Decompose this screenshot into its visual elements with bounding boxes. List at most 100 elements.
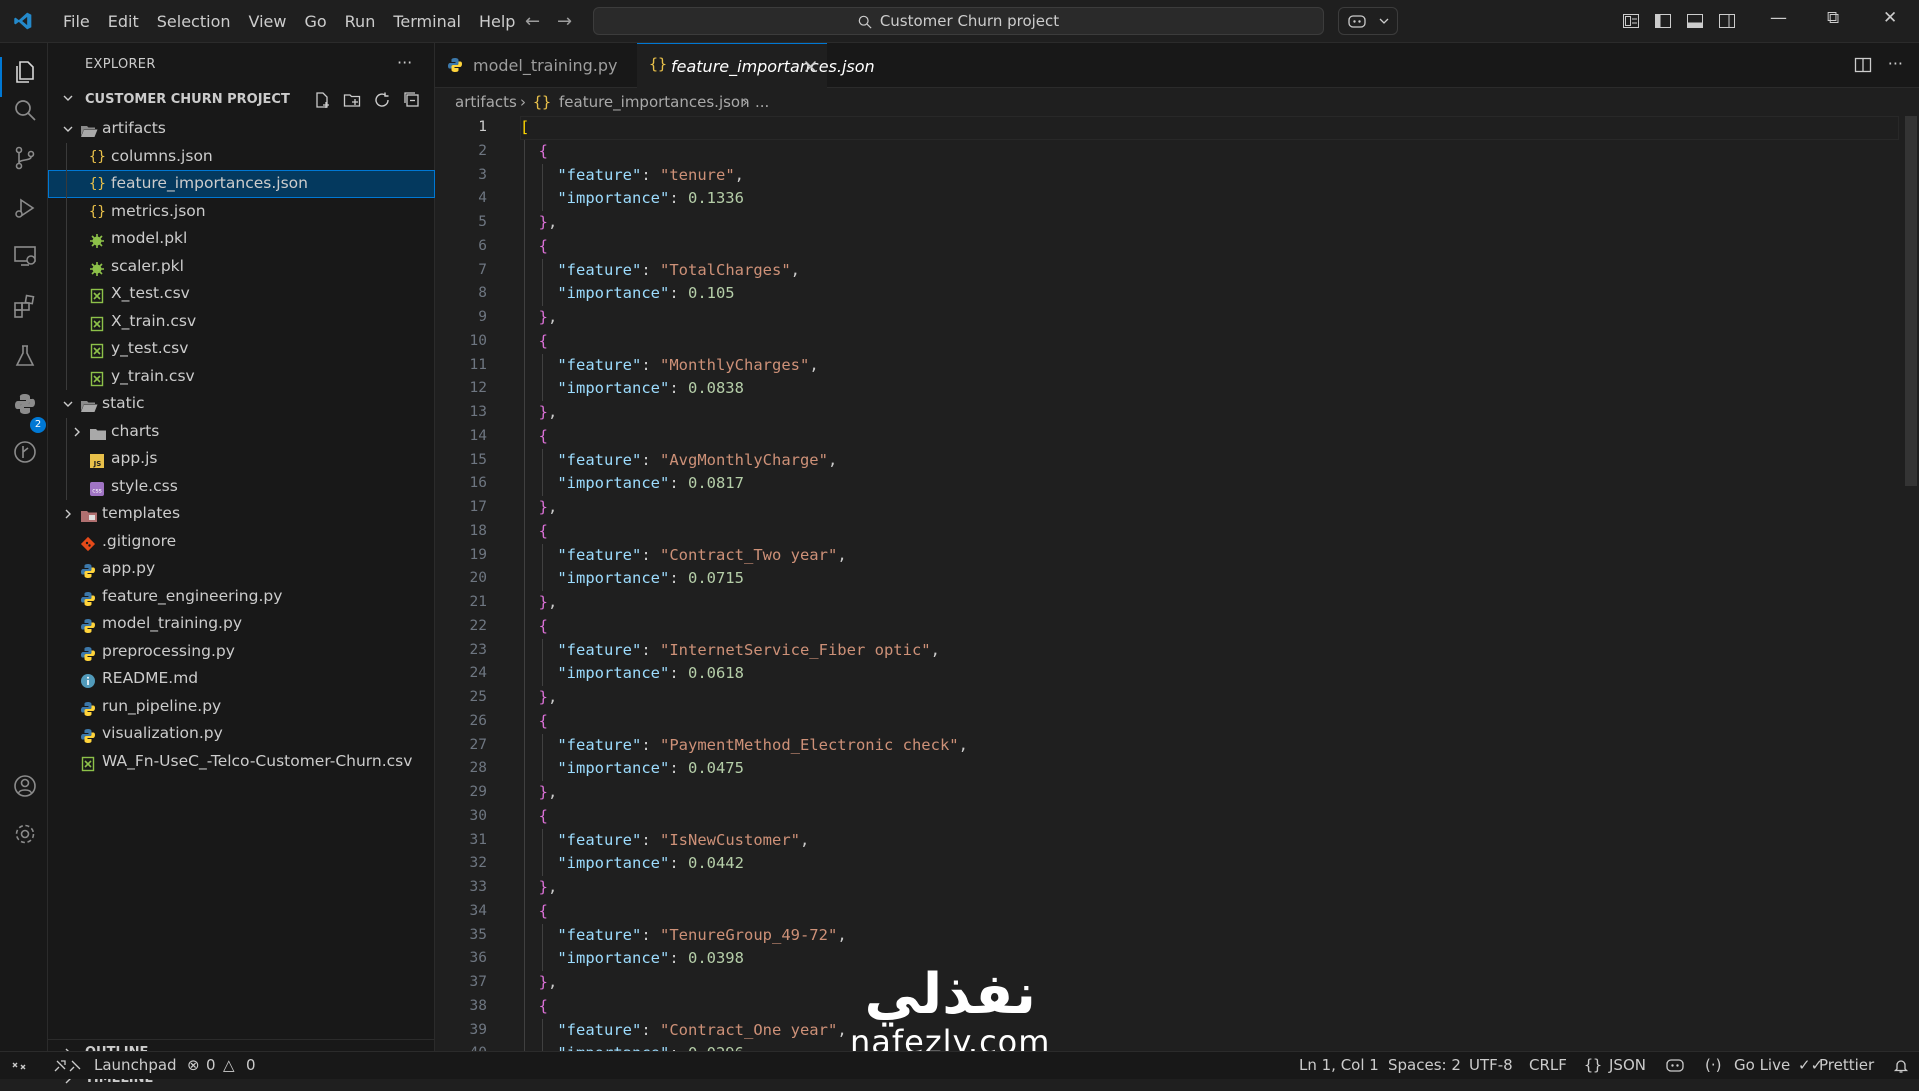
code-line[interactable]: }, (520, 591, 1899, 615)
restore-icon[interactable]: ⧉ (1827, 8, 1839, 28)
file-item[interactable]: app.py (48, 555, 435, 583)
file-item[interactable]: css style.css (48, 472, 435, 500)
customize-layout-icon[interactable] (1622, 12, 1640, 30)
folder-item[interactable]: static (48, 390, 435, 418)
breadcrumb-folder[interactable]: artifacts (455, 93, 517, 111)
line-ending[interactable]: CRLF (1529, 1056, 1567, 1074)
bell-icon[interactable] (1893, 1058, 1909, 1074)
source-control-icon[interactable] (12, 145, 38, 171)
launchpad-icon[interactable] (52, 1058, 82, 1074)
settings-gear-icon[interactable] (12, 821, 38, 847)
code-line[interactable]: { (520, 139, 1899, 164)
scrollbar-thumb[interactable] (1905, 116, 1917, 486)
file-item[interactable]: .gitignore (48, 528, 435, 556)
file-item[interactable]: feature_engineering.py (48, 583, 435, 611)
remote-explorer-icon[interactable] (12, 243, 38, 269)
code-line[interactable]: "feature": "Contract_One year", (520, 1018, 1899, 1043)
file-item[interactable]: {} columns.json (48, 142, 435, 170)
code-line[interactable]: "importance": 0.1336 (520, 187, 1899, 211)
forward-arrow-icon[interactable]: → (557, 11, 572, 32)
code-line[interactable]: "feature": "MonthlyCharges", (520, 353, 1899, 378)
menu-selection[interactable]: Selection (148, 0, 240, 43)
file-item[interactable]: {} feature_importances.json (48, 170, 435, 198)
indentation[interactable]: Spaces: 2 (1388, 1056, 1461, 1074)
code-editor[interactable]: 1 2 3 4 5 6 7 8 9 10 11 12 13 14 15 16 17 18 19 20 21 22 23 24 2… (435, 116, 1919, 1051)
split-editor-icon[interactable] (1854, 56, 1872, 74)
launchpad-label[interactable]: Launchpad (94, 1056, 177, 1074)
code-line[interactable]: { (520, 234, 1899, 259)
code-line[interactable]: }, (520, 401, 1899, 425)
run-debug-icon[interactable] (12, 195, 38, 221)
code-line[interactable]: { (520, 899, 1899, 924)
breadcrumb-more[interactable]: ... (755, 93, 769, 111)
code-line[interactable]: "importance": 0.0475 (520, 757, 1899, 781)
go-live-button[interactable]: Go Live (1734, 1056, 1790, 1074)
language-mode[interactable]: JSON (1609, 1056, 1646, 1074)
menu-terminal[interactable]: Terminal (384, 0, 470, 43)
menu-help[interactable]: Help (470, 0, 524, 43)
code-line[interactable]: "importance": 0.0817 (520, 472, 1899, 496)
tab-feature-importances[interactable]: {} feature_importances.json (637, 43, 875, 88)
file-item[interactable]: model.pkl (48, 225, 435, 253)
code-line[interactable]: { (520, 519, 1899, 544)
accounts-icon[interactable] (12, 773, 38, 799)
folder-item[interactable]: artifacts (48, 115, 435, 143)
file-item[interactable]: README.md (48, 665, 435, 693)
toggle-primary-sidebar-icon[interactable] (1654, 12, 1672, 30)
code-line[interactable]: "feature": "AvgMonthlyCharge", (520, 448, 1899, 473)
code-line[interactable]: "importance": 0.0398 (520, 947, 1899, 971)
code-line[interactable]: "importance": 0.105 (520, 282, 1899, 306)
code-line[interactable]: { (520, 804, 1899, 829)
toggle-secondary-sidebar-icon[interactable] (1718, 12, 1736, 30)
menu-view[interactable]: View (240, 0, 296, 43)
error-icon[interactable]: ⊗ (187, 1056, 200, 1074)
code-line[interactable]: [ (520, 116, 1899, 140)
code-line[interactable]: "feature": "Contract_Two year", (520, 543, 1899, 568)
folder-item[interactable]: charts (48, 417, 435, 445)
search-view-icon[interactable] (12, 97, 38, 123)
file-item[interactable]: scaler.pkl (48, 252, 435, 280)
close-tab-icon[interactable] (804, 60, 817, 73)
new-file-icon[interactable] (313, 91, 331, 109)
menu-edit[interactable]: Edit (99, 0, 148, 43)
code-line[interactable]: { (520, 424, 1899, 449)
menu-run[interactable]: Run (336, 0, 385, 43)
vertical-scrollbar[interactable] (1905, 116, 1919, 1051)
code-line[interactable]: "feature": "tenure", (520, 163, 1899, 188)
close-window-icon[interactable]: ✕ (1883, 8, 1897, 28)
code-line[interactable]: { (520, 329, 1899, 354)
code-line[interactable]: }, (520, 971, 1899, 995)
code-area[interactable]: [ { "feature": "tenure", "importance": 0… (520, 116, 1899, 1051)
prettier-status[interactable]: Prettier (1819, 1056, 1874, 1074)
code-line[interactable]: "importance": 0.0618 (520, 662, 1899, 686)
file-item[interactable]: {} metrics.json (48, 197, 435, 225)
warning-count[interactable]: 0 (246, 1056, 256, 1074)
code-line[interactable]: "feature": "PaymentMethod_Electronic che… (520, 733, 1899, 758)
code-line[interactable]: }, (520, 211, 1899, 235)
code-line[interactable]: "importance": 0.0442 (520, 852, 1899, 876)
code-line[interactable]: "feature": "TenureGroup_49-72", (520, 923, 1899, 948)
code-line[interactable]: }, (520, 306, 1899, 330)
file-item[interactable]: model_training.py (48, 610, 435, 638)
code-line[interactable]: "importance": 0.0296 (520, 1042, 1899, 1051)
warning-icon[interactable]: △ (223, 1056, 235, 1074)
file-item[interactable]: JS app.js (48, 445, 435, 473)
breadcrumb-file[interactable]: feature_importances.json (559, 93, 750, 111)
code-line[interactable]: }, (520, 496, 1899, 520)
file-item[interactable]: y_train.csv (48, 362, 435, 390)
testing-flask-icon[interactable] (12, 343, 38, 369)
command-center-search[interactable]: Customer Churn project (593, 7, 1324, 35)
minimize-icon[interactable]: — (1770, 8, 1787, 28)
file-item[interactable]: preprocessing.py (48, 638, 435, 666)
tab-model-training[interactable]: model_training.py (435, 43, 637, 88)
more-actions-icon[interactable]: ··· (397, 53, 412, 72)
extensions-icon[interactable] (12, 293, 38, 319)
code-line[interactable]: "importance": 0.0715 (520, 567, 1899, 591)
project-header[interactable]: CUSTOMER CHURN PROJECT (48, 89, 435, 111)
folder-item[interactable]: templates (48, 500, 435, 528)
remote-indicator-icon[interactable] (11, 1058, 27, 1074)
code-line[interactable]: "feature": "TotalCharges", (520, 258, 1899, 283)
editor-more-icon[interactable]: ··· (1888, 56, 1903, 74)
code-line[interactable]: "importance": 0.0838 (520, 377, 1899, 401)
code-line[interactable]: }, (520, 781, 1899, 805)
